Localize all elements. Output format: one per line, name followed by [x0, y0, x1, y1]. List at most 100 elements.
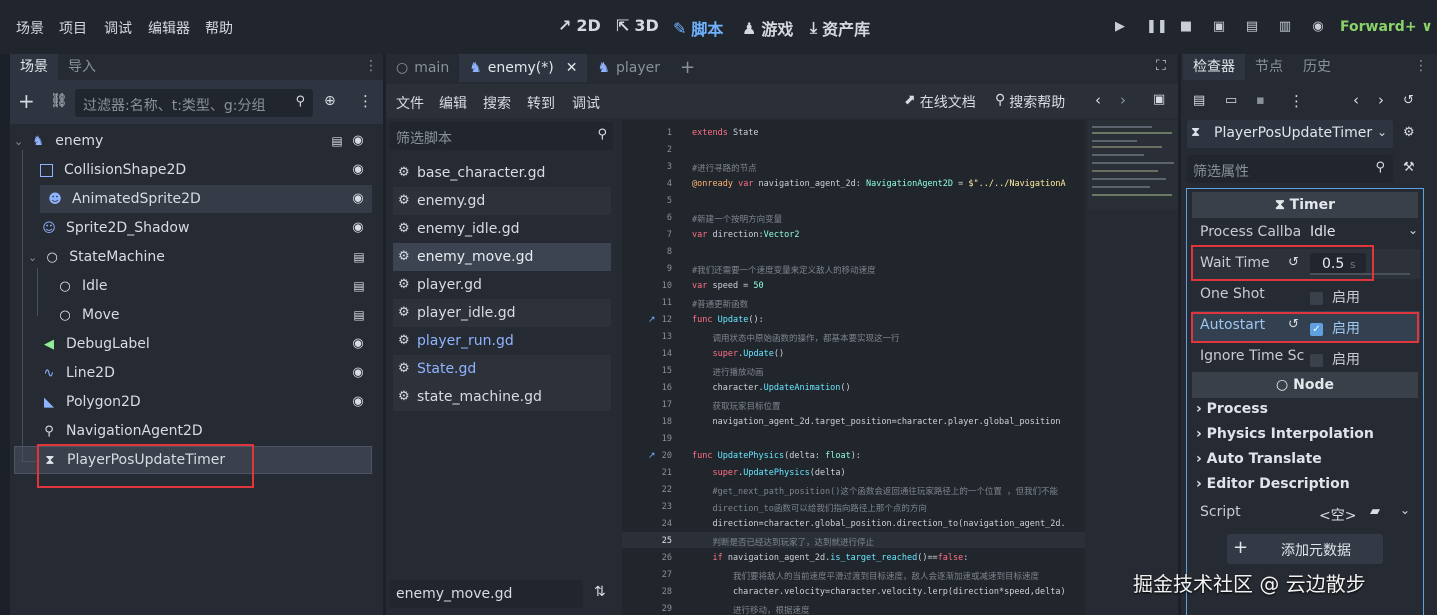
tree-node-sprite2d-shadow[interactable]: ☺ Sprite2D_Shadow ◉ — [14, 214, 372, 242]
current-script-field[interactable]: enemy_move.gd — [389, 580, 583, 608]
menu-file[interactable]: 文件 — [396, 93, 424, 113]
new-resource-icon[interactable]: ▤ — [1193, 93, 1205, 108]
tab-history[interactable]: 历史 — [1293, 54, 1341, 80]
category-auto-translate[interactable]: › Auto Translate — [1196, 451, 1322, 467]
script-item[interactable]: ⚙ player.gd — [393, 271, 611, 299]
tab-enemy[interactable]: ♞ enemy(*) ✕ — [459, 54, 588, 82]
search-help-button[interactable]: ⚲ 搜索帮助 — [995, 92, 1065, 112]
node-section-header[interactable]: ○ Node — [1192, 372, 1418, 398]
visibility-icon[interactable]: ◉ — [350, 336, 366, 352]
menu-scene[interactable]: 场景 — [16, 18, 44, 38]
script-item[interactable]: ⚙ State.gd — [393, 355, 611, 383]
distraction-free-icon[interactable]: ⛶ — [1156, 58, 1166, 74]
pause-icon[interactable]: ❚❚ — [1146, 20, 1168, 34]
process-callback-select[interactable]: Idle — [1310, 224, 1336, 240]
visibility-icon[interactable]: ◉ — [350, 220, 366, 236]
script-item[interactable]: ⚙ enemy.gd — [393, 187, 611, 215]
visibility-icon[interactable]: ◉ — [350, 394, 366, 410]
link-icon[interactable]: ⛓ — [50, 93, 68, 109]
scene-more-icon[interactable]: ⋮ — [358, 92, 373, 110]
script-item[interactable]: ⚙ base_character.gd — [393, 159, 611, 187]
object-selector[interactable]: ⧗ PlayerPosUpdateTimer ⌄ — [1187, 120, 1393, 148]
menu-goto[interactable]: 转到 — [527, 93, 555, 113]
one-shot-checkbox[interactable]: 启用 — [1310, 287, 1360, 307]
menu-search[interactable]: 搜索 — [483, 93, 511, 113]
tab-main[interactable]: ○ main — [386, 54, 459, 82]
mode-game-button[interactable]: ♟ 游戏 — [742, 16, 793, 40]
history-forward-icon[interactable]: › — [1120, 91, 1126, 109]
tree-node-polygon2d[interactable]: ◣ Polygon2D ◉ — [14, 388, 372, 416]
menu-help[interactable]: 帮助 — [205, 18, 233, 38]
property-tools-icon[interactable]: ⚒ — [1403, 160, 1415, 175]
mode-script-button[interactable]: ✎ 脚本 — [673, 16, 723, 40]
tree-node-move[interactable]: ○ Move ▤ — [14, 301, 372, 329]
property-filter-input[interactable]: 筛选属性 ⚲ — [1187, 155, 1393, 183]
stop-icon[interactable]: ■ — [1179, 20, 1193, 34]
script-icon[interactable]: ▤ — [352, 249, 366, 265]
tab-player[interactable]: ♞ player — [587, 54, 670, 82]
script-value[interactable]: <空> — [1319, 505, 1356, 525]
tab-scene[interactable]: 场景 — [10, 54, 58, 80]
menu-debug[interactable]: 调试 — [104, 18, 132, 38]
tree-node-animatedsprite2d[interactable]: ☻ AnimatedSprite2D ◉ — [40, 185, 372, 213]
script-icon[interactable]: ▤ — [330, 133, 344, 149]
mode-3d-button[interactable]: ⇱ 3D — [616, 16, 659, 35]
category-physics-interpolation[interactable]: › Physics Interpolation — [1196, 426, 1374, 442]
menu-debug-script[interactable]: 调试 — [572, 93, 600, 113]
save-resource-icon[interactable]: ▪ — [1256, 93, 1265, 108]
tree-node-statemachine[interactable]: ⌄ ○ StateMachine ▤ — [14, 243, 372, 271]
sort-icon[interactable]: ⇅ — [594, 584, 606, 600]
visibility-icon[interactable]: ◉ — [350, 133, 366, 149]
category-editor-description[interactable]: › Editor Description — [1196, 476, 1350, 492]
close-icon[interactable]: ✕ — [566, 54, 578, 82]
menu-edit[interactable]: 编辑 — [439, 93, 467, 113]
code-minimap[interactable] — [1088, 120, 1178, 210]
tree-node-line2d[interactable]: ∿ Line2D ◉ — [14, 359, 372, 387]
chevron-down-icon[interactable]: ⌄ — [14, 135, 23, 148]
tree-node-collisionshape2d[interactable]: CollisionShape2D ◉ — [14, 156, 372, 184]
toggle-list-icon[interactable]: ▣ — [1153, 92, 1165, 107]
load-resource-icon[interactable]: ▭ — [1225, 93, 1237, 108]
folder-icon[interactable]: ▰ — [1370, 504, 1380, 519]
scene-filter-input[interactable]: 过滤器:名称、t:类型、g:分组 ⚲ — [75, 89, 313, 117]
add-node-icon[interactable]: + — [18, 91, 35, 111]
menu-editor[interactable]: 编辑器 — [148, 18, 190, 38]
history-back-icon[interactable]: ‹ — [1095, 91, 1101, 109]
add-tab-icon[interactable]: + — [670, 54, 705, 82]
script-item[interactable]: ⚙ player_run.gd — [393, 327, 611, 355]
dock-menu-icon[interactable]: ⋮ — [1414, 58, 1428, 74]
tab-node[interactable]: 节点 — [1245, 54, 1293, 80]
remote-debug-icon[interactable]: ▣ — [1212, 20, 1226, 34]
attach-script-icon[interactable]: ⊕ — [324, 93, 336, 109]
play-icon[interactable]: ▶ — [1113, 20, 1127, 34]
chevron-down-icon[interactable]: ⌄ — [1408, 223, 1418, 237]
play-scene-icon[interactable]: ▤ — [1245, 20, 1259, 34]
mode-assetlib-button[interactable]: ⤓ 资产库 — [810, 16, 870, 40]
resource-more-icon[interactable]: ⋮ — [1289, 92, 1304, 110]
code-editor[interactable]: 1 extends State 2 3 #进行寻路的节点 4 @onready var… — [622, 120, 1085, 615]
script-item[interactable]: ⚙ player_idle.gd — [393, 299, 611, 327]
tab-inspector[interactable]: 检查器 — [1183, 54, 1245, 80]
chevron-down-icon[interactable]: ⌄ — [1400, 503, 1410, 517]
object-history-icon[interactable]: ↺ — [1403, 93, 1414, 108]
tree-node-debuglabel[interactable]: ◀ DebugLabel ◉ — [14, 330, 372, 358]
script-item[interactable]: ⚙ enemy_idle.gd — [393, 215, 611, 243]
script-item-selected[interactable]: ⚙ enemy_move.gd — [393, 243, 611, 271]
visibility-icon[interactable]: ◉ — [350, 162, 366, 178]
node-settings-icon[interactable]: ⚙ — [1403, 125, 1415, 140]
category-process[interactable]: › Process — [1196, 401, 1268, 417]
chevron-down-icon[interactable]: ⌄ — [28, 251, 37, 264]
play-custom-icon[interactable]: ▥ — [1278, 20, 1292, 34]
history-forward-icon[interactable]: › — [1378, 91, 1384, 109]
renderer-select[interactable]: Forward+ ∨ — [1340, 19, 1433, 35]
menu-project[interactable]: 项目 — [59, 18, 87, 38]
tree-node-navigationagent2d[interactable]: ⚲ NavigationAgent2D — [14, 417, 372, 445]
tree-node-enemy[interactable]: ⌄ ♞ enemy ▤ ◉ — [14, 127, 372, 155]
visibility-icon[interactable]: ◉ — [350, 365, 366, 381]
visibility-icon[interactable]: ◉ — [350, 191, 366, 207]
timer-section-header[interactable]: ⧗ Timer — [1192, 192, 1418, 218]
ignore-time-scale-checkbox[interactable]: 启用 — [1310, 349, 1360, 369]
script-icon[interactable]: ▤ — [352, 278, 366, 294]
script-icon[interactable]: ▤ — [352, 307, 366, 323]
script-item[interactable]: ⚙ state_machine.gd — [393, 383, 611, 411]
